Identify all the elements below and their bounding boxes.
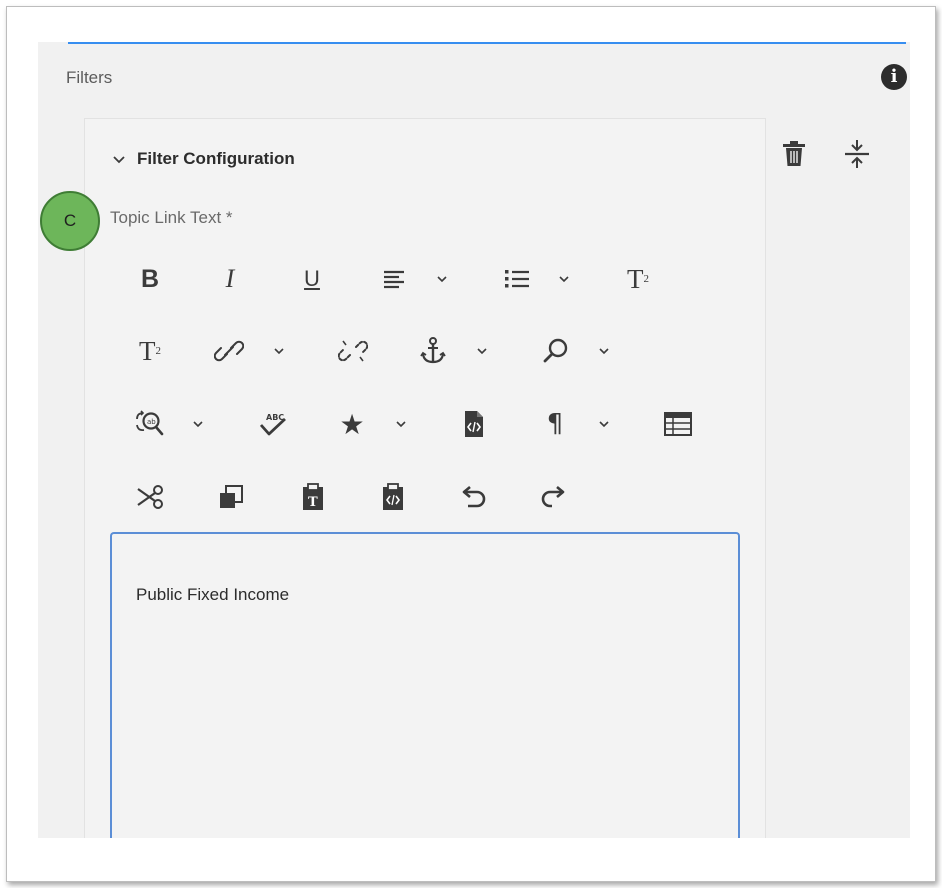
editor-content[interactable]: Public Fixed Income	[136, 585, 289, 605]
redo-icon	[541, 486, 565, 508]
find-replace-dropdown-caret[interactable]	[192, 404, 204, 444]
paste-plain-text-button[interactable]: T	[297, 477, 329, 517]
list-dropdown-caret[interactable]	[558, 259, 570, 299]
source-code-icon	[465, 411, 483, 437]
paste-text-icon: T	[303, 483, 323, 510]
anchor-button[interactable]	[416, 331, 450, 371]
chevron-down-icon	[113, 156, 125, 164]
trash-icon[interactable]	[781, 139, 807, 169]
find-button[interactable]	[539, 331, 573, 371]
panel-top-rule	[68, 42, 906, 44]
table-icon	[664, 412, 692, 436]
link-dropdown-caret[interactable]	[273, 331, 285, 371]
copy-icon	[220, 485, 243, 508]
subscript-button[interactable]: T2	[620, 259, 656, 299]
list-button[interactable]	[500, 259, 534, 299]
chevron-down-icon	[437, 276, 447, 283]
filter-configuration-toggle[interactable]: Filter Configuration	[110, 146, 295, 172]
spellcheck-button[interactable]: ABC	[256, 404, 290, 444]
chevron-down-icon	[599, 348, 609, 355]
chevron-down-icon	[193, 421, 203, 428]
bold-button[interactable]: B	[134, 259, 166, 299]
chevron-down-icon	[559, 276, 569, 283]
chevron-down-icon	[477, 348, 487, 355]
italic-button[interactable]: I	[216, 259, 244, 299]
unlink-icon	[338, 340, 368, 362]
chevron-down-icon	[274, 348, 284, 355]
anchor-dropdown-caret[interactable]	[476, 331, 488, 371]
find-replace-button[interactable]: ab	[131, 404, 167, 444]
paste-code-icon	[383, 483, 403, 510]
topic-link-text-label: Topic Link Text *	[110, 208, 233, 227]
link-icon	[214, 340, 244, 362]
anchor-icon	[420, 337, 446, 364]
paste-from-word-button[interactable]	[377, 477, 409, 517]
underline-button[interactable]: U	[297, 259, 327, 299]
copy-button[interactable]	[214, 477, 248, 517]
special-characters-dropdown-caret[interactable]	[395, 404, 407, 444]
redo-button[interactable]	[537, 477, 571, 517]
bulleted-list-icon	[505, 270, 529, 288]
subscript-glyph: T	[627, 263, 644, 294]
annotation-badge: C	[40, 191, 100, 251]
svg-text:ab: ab	[147, 418, 156, 426]
superscript-button[interactable]: T2	[132, 331, 168, 371]
align-button[interactable]	[379, 259, 409, 299]
align-left-icon	[384, 270, 404, 289]
info-icon[interactable]: i	[881, 64, 907, 90]
panel-bottom-edge	[38, 838, 910, 878]
search-icon	[543, 338, 568, 363]
table-button[interactable]	[661, 404, 695, 444]
svg-text:T: T	[308, 495, 318, 510]
undo-button[interactable]	[456, 477, 490, 517]
find-dropdown-caret[interactable]	[598, 331, 610, 371]
subscript-mark: 2	[643, 273, 650, 285]
superscript-mark: 2	[155, 345, 162, 357]
filter-configuration-title: Filter Configuration	[137, 149, 295, 168]
paragraph-format-dropdown-caret[interactable]	[598, 404, 610, 444]
align-dropdown-caret[interactable]	[436, 259, 448, 299]
cut-button[interactable]	[133, 477, 167, 517]
find-replace-icon: ab	[136, 410, 164, 436]
undo-icon	[462, 486, 486, 508]
spellcheck-icon: ABC	[259, 413, 286, 436]
source-edit-button[interactable]	[459, 404, 489, 444]
filters-title: Filters	[66, 68, 113, 87]
unlink-button[interactable]	[336, 331, 370, 371]
rich-text-editor[interactable]	[110, 532, 740, 854]
chevron-down-icon	[599, 421, 609, 428]
scissors-icon	[137, 485, 163, 509]
paragraph-format-button[interactable]: ¶	[538, 404, 572, 444]
link-button[interactable]	[212, 331, 246, 371]
collapse-icon[interactable]	[843, 138, 871, 170]
superscript-glyph: T	[139, 335, 156, 366]
special-characters-button[interactable]: ★	[334, 404, 370, 444]
chevron-down-icon	[396, 421, 406, 428]
